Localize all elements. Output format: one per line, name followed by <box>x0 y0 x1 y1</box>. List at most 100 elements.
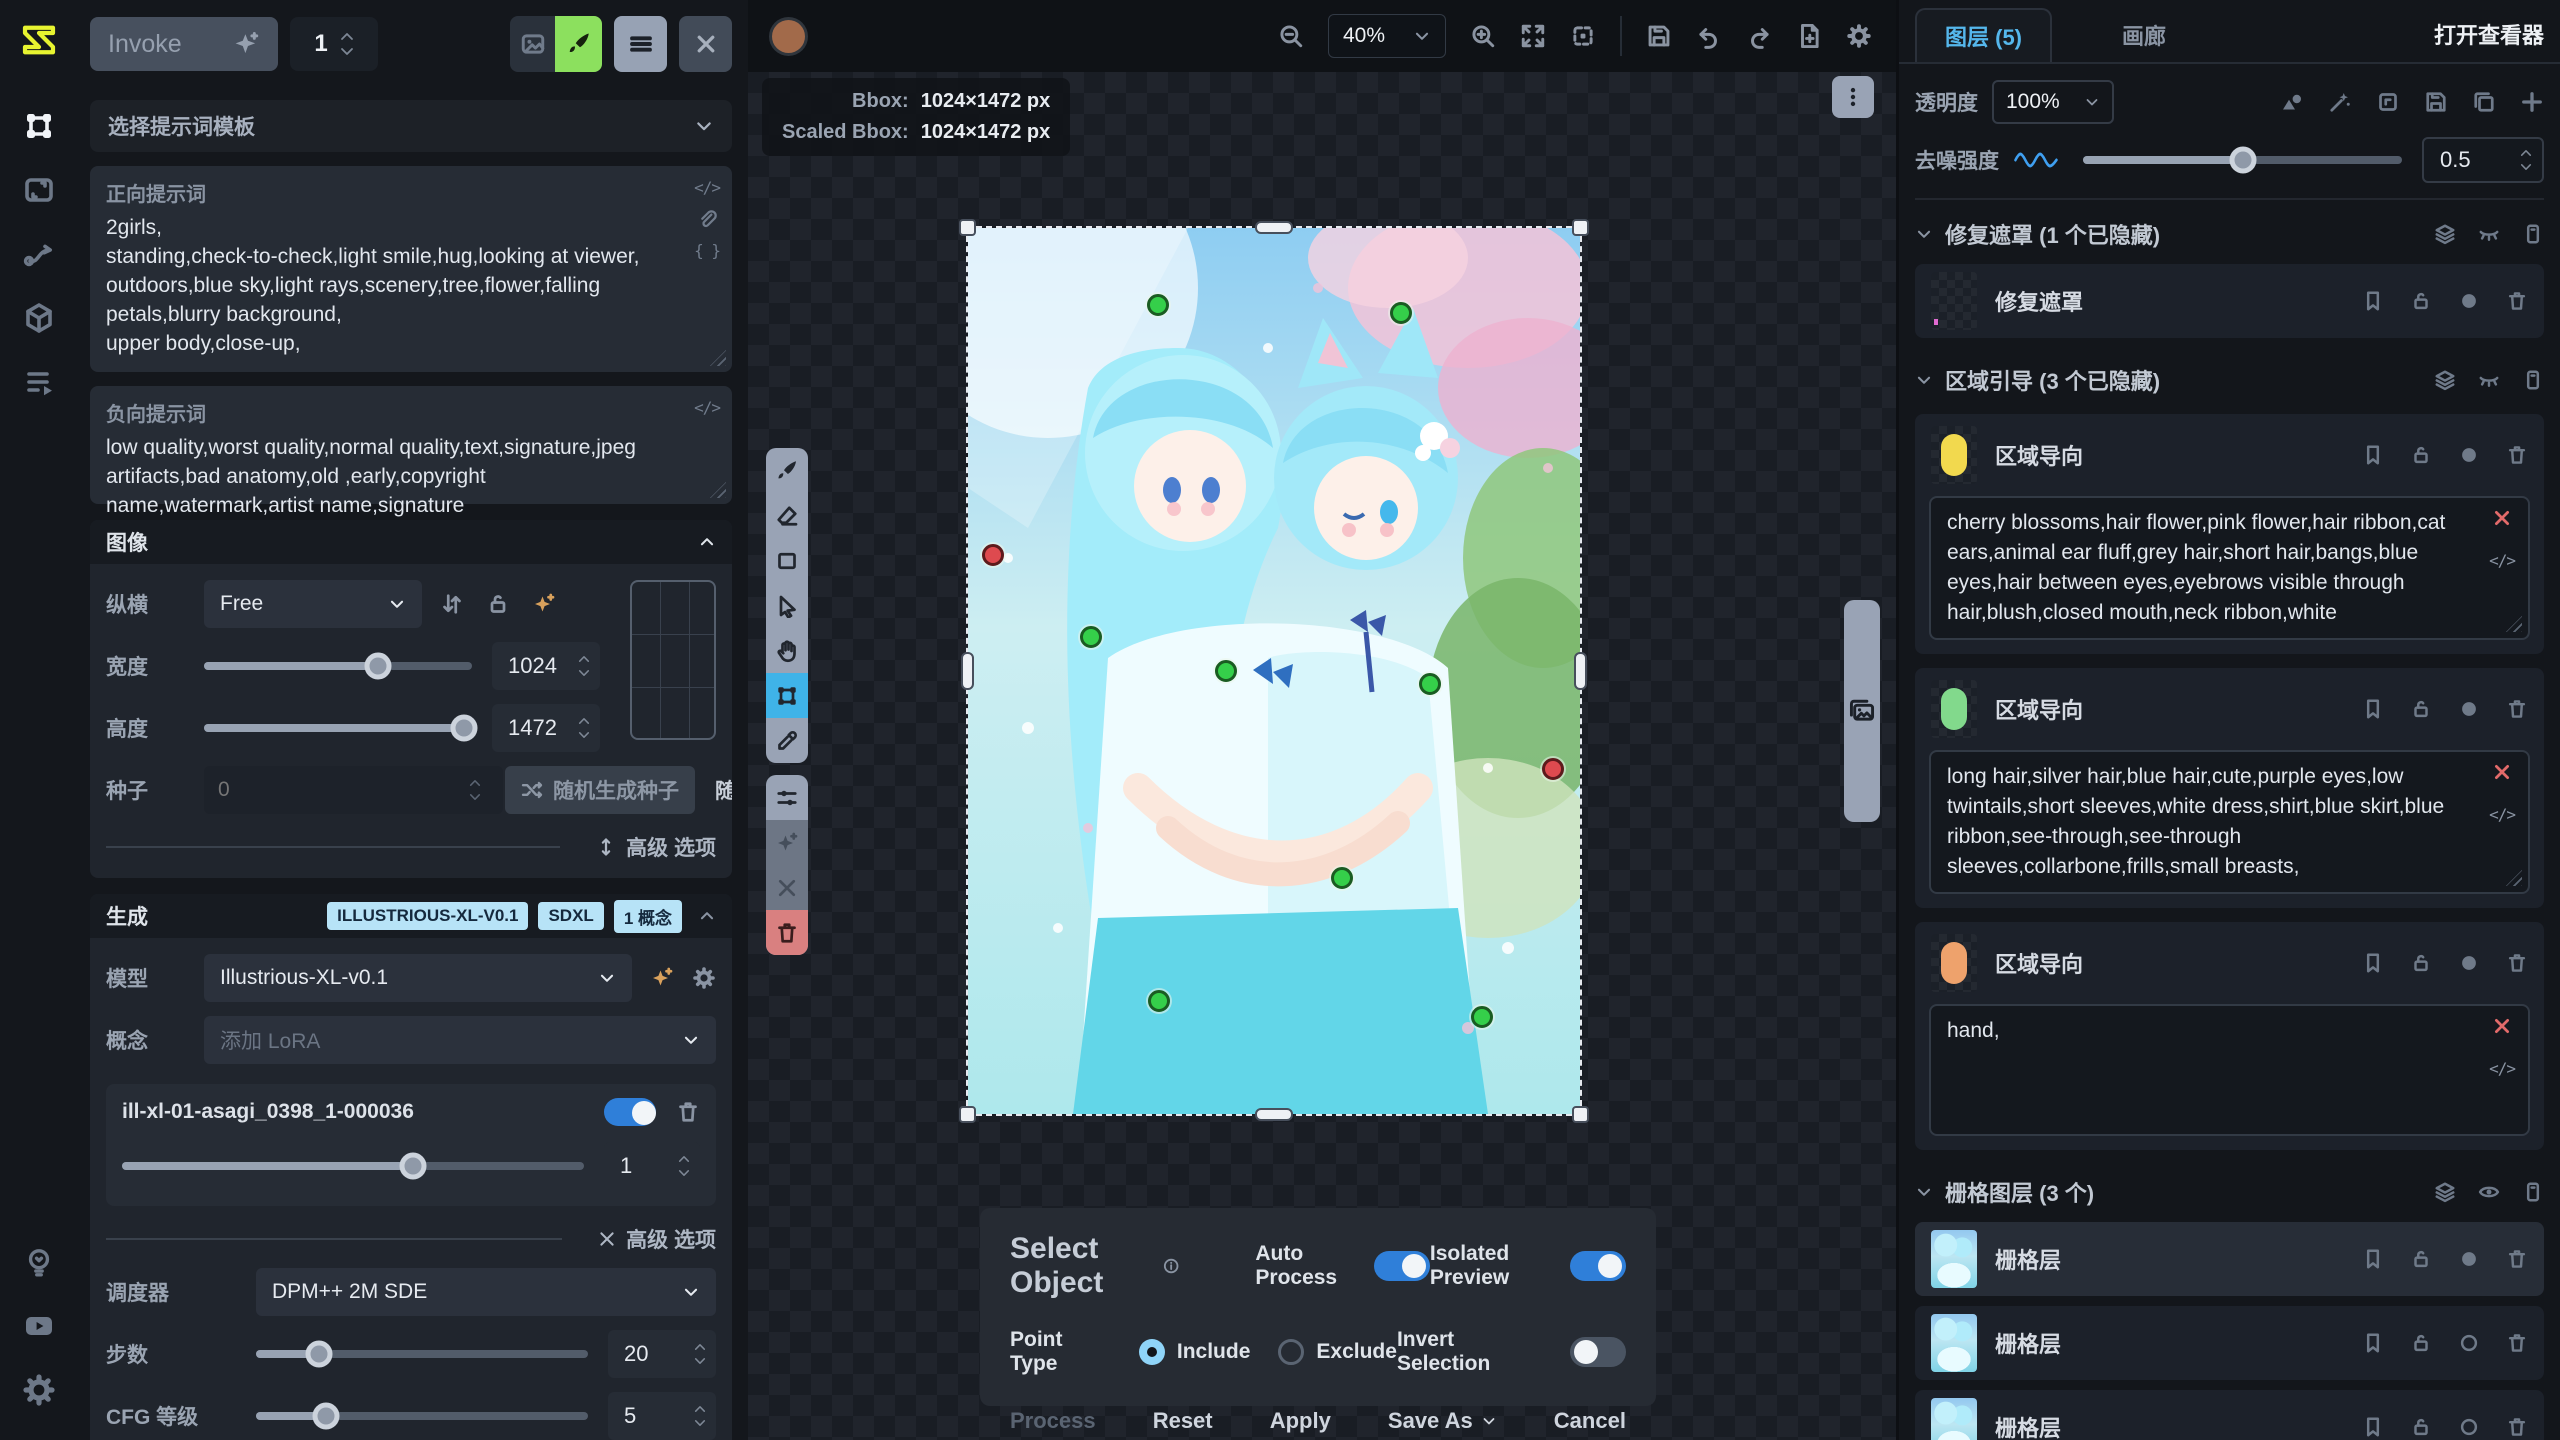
steps-slider[interactable] <box>256 1350 588 1358</box>
resize-handle[interactable] <box>2506 616 2522 632</box>
bookmark-icon[interactable] <box>2362 1416 2384 1438</box>
rectangle-tool[interactable] <box>766 538 808 583</box>
enabled-indicator-icon[interactable] <box>2458 1248 2480 1270</box>
raster-layers-group-header[interactable]: 栅格图层 (3 个) <box>1915 1172 2544 1212</box>
eye-closed-icon[interactable] <box>2478 369 2500 391</box>
tab-canvas[interactable] <box>16 103 62 149</box>
region-prompt-textarea[interactable]: hand, </> <box>1929 1004 2530 1136</box>
random-seed-button[interactable]: 随机生成种子 <box>505 766 695 814</box>
include-point[interactable] <box>1147 294 1169 316</box>
trash-icon[interactable] <box>676 1100 700 1124</box>
remove-prompt-icon[interactable] <box>2492 508 2512 528</box>
raster-layer-card[interactable]: 栅格层 <box>1915 1222 2544 1296</box>
steps-stepper[interactable] <box>694 1343 706 1365</box>
cfg-slider[interactable] <box>256 1412 588 1420</box>
tab-workflows[interactable] <box>16 231 62 277</box>
filter-wand-icon[interactable] <box>2328 90 2352 114</box>
seed-input[interactable] <box>204 766 503 814</box>
denoise-slider[interactable] <box>2083 156 2402 164</box>
scheduler-select[interactable]: DPM++ 2M SDE <box>256 1268 716 1316</box>
brush-tool[interactable] <box>766 448 808 493</box>
braces-icon[interactable]: { } <box>694 241 720 260</box>
add-layer-icon[interactable] <box>2520 90 2544 114</box>
tool-settings-button[interactable] <box>766 775 808 820</box>
height-slider[interactable] <box>204 724 472 732</box>
include-point[interactable] <box>1419 673 1441 695</box>
eye-closed-icon[interactable] <box>2478 223 2500 245</box>
regional-guidance-card[interactable]: 区域导向 long hair,silver hair,blue hair,cut… <box>1915 668 2544 908</box>
generated-image-region[interactable] <box>968 228 1580 1114</box>
zoom-level-select[interactable]: 40% <box>1328 14 1446 58</box>
panel-menu-button[interactable] <box>614 16 667 72</box>
bookmark-icon[interactable] <box>2362 952 2384 974</box>
bookmark-icon[interactable] <box>2362 1332 2384 1354</box>
transform-handle-w[interactable] <box>961 652 974 690</box>
gallery-drawer-toggle[interactable] <box>1844 600 1880 822</box>
pan-tool[interactable] <box>766 628 808 673</box>
trash-icon[interactable] <box>2506 1248 2528 1270</box>
settings-gear-icon[interactable] <box>16 1367 62 1413</box>
lock-icon[interactable] <box>2410 698 2432 720</box>
open-viewer-button[interactable]: 打开查看器 <box>2434 18 2544 50</box>
enabled-indicator-icon[interactable] <box>2458 444 2480 466</box>
exclude-point[interactable] <box>982 544 1004 566</box>
width-stepper[interactable] <box>578 655 590 677</box>
eraser-tool[interactable] <box>766 493 808 538</box>
add-lora-select[interactable]: 添加 LoRA <box>204 1016 716 1064</box>
embedding-code-icon[interactable]: </> <box>2489 546 2515 576</box>
transform-handle-se[interactable] <box>1572 1106 1589 1123</box>
batch-count-stepper[interactable]: 1 <box>290 17 378 71</box>
canvas-stage[interactable]: Bbox: 1024×1472 px Scaled Bbox: 1024×147… <box>748 72 1896 1440</box>
include-point[interactable] <box>1331 867 1353 889</box>
undo-icon[interactable] <box>1696 23 1722 49</box>
transform-handle-sw[interactable] <box>959 1106 976 1123</box>
viewer-mode-button[interactable] <box>510 16 555 72</box>
embedding-code-icon[interactable]: </> <box>2489 1054 2515 1084</box>
select-object-tool[interactable] <box>766 673 808 718</box>
whats-new-icon[interactable] <box>16 1239 62 1285</box>
bookmark-icon[interactable] <box>2362 698 2384 720</box>
reset-button[interactable]: Reset <box>1153 1408 1213 1434</box>
invert-selection-toggle[interactable] <box>1570 1337 1626 1367</box>
width-input[interactable]: 1024 <box>492 642 600 690</box>
include-point[interactable] <box>1148 990 1170 1012</box>
lora-enabled-toggle[interactable] <box>604 1098 656 1126</box>
resize-handle[interactable] <box>710 350 726 366</box>
disabled-indicator-icon[interactable] <box>2458 1416 2480 1438</box>
fill-color-swatch[interactable] <box>772 20 805 53</box>
layers-stack-icon[interactable] <box>2434 1181 2456 1203</box>
inpaint-mask-layer-card[interactable]: 修复遮罩 <box>1915 264 2544 338</box>
regional-guidance-card[interactable]: 区域导向 cherry blossoms,hair flower,pink fl… <box>1915 414 2544 654</box>
raster-layer-card[interactable]: 栅格层 <box>1915 1306 2544 1380</box>
layers-stack-icon[interactable] <box>2434 369 2456 391</box>
transform-handle-n[interactable] <box>1255 221 1293 234</box>
optimize-size-icon[interactable] <box>532 592 556 616</box>
lock-icon[interactable] <box>2410 1332 2432 1354</box>
embedding-code-icon[interactable]: </> <box>694 398 720 417</box>
trash-icon[interactable] <box>2506 290 2528 312</box>
panel-toggle-icon[interactable] <box>2522 223 2544 245</box>
process-button[interactable]: Process <box>1010 1408 1096 1434</box>
lock-aspect-icon[interactable] <box>486 592 510 616</box>
info-icon[interactable] <box>1163 1255 1179 1277</box>
positive-prompt-text[interactable]: 2girls, standing,check-to-check,light sm… <box>106 213 680 358</box>
height-stepper[interactable] <box>578 717 590 739</box>
fit-to-view-icon[interactable] <box>1520 23 1546 49</box>
swap-dimensions-icon[interactable] <box>440 592 464 616</box>
zoom-out-icon[interactable] <box>1278 23 1304 49</box>
regional-guidance-group-header[interactable]: 区域引导 (3 个已隐藏) <box>1915 360 2544 400</box>
bookmark-icon[interactable] <box>2362 1248 2384 1270</box>
prompt-template-select[interactable]: 选择提示词模板 <box>90 100 732 152</box>
lock-icon[interactable] <box>2410 1416 2432 1438</box>
raster-layer-card[interactable]: 栅格层 <box>1915 1390 2544 1440</box>
chevron-up-icon[interactable] <box>698 533 716 551</box>
merge-layers-icon[interactable] <box>2280 90 2304 114</box>
height-input[interactable]: 1472 <box>492 704 600 752</box>
enabled-indicator-icon[interactable] <box>2458 290 2480 312</box>
canvas-settings-gear-icon[interactable] <box>1846 23 1872 49</box>
chevron-up-icon[interactable] <box>698 907 716 925</box>
transform-handle-ne[interactable] <box>1572 219 1589 236</box>
enabled-indicator-icon[interactable] <box>2458 952 2480 974</box>
remove-prompt-icon[interactable] <box>2492 762 2512 782</box>
new-session-icon[interactable] <box>1796 23 1822 49</box>
